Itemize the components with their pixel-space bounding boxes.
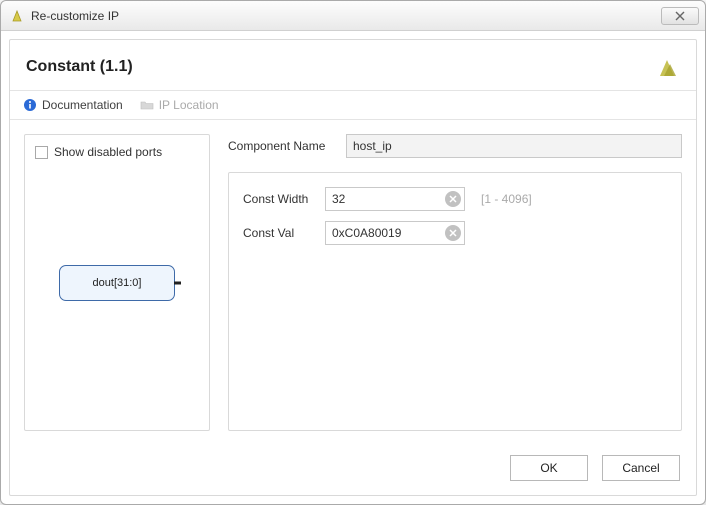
show-disabled-ports-row: Show disabled ports <box>35 145 199 159</box>
show-disabled-ports-label: Show disabled ports <box>54 145 162 159</box>
body: Show disabled ports dout[31:0] Component… <box>10 120 696 445</box>
show-disabled-ports-checkbox[interactable] <box>35 146 48 159</box>
ip-location-label: IP Location <box>159 98 219 112</box>
ok-button[interactable]: OK <box>510 455 588 481</box>
parameters-group: Const Width [1 - 4096] <box>228 172 682 431</box>
page-title: Constant (1.1) <box>26 58 133 76</box>
clear-icon <box>449 195 457 203</box>
inner-frame: Constant (1.1) Documentation <box>9 39 697 496</box>
clear-icon <box>449 229 457 237</box>
component-name-row: Component Name <box>228 134 682 158</box>
const-val-row: Const Val <box>243 221 667 245</box>
close-button[interactable] <box>661 7 699 25</box>
app-icon <box>9 8 25 24</box>
ip-block: dout[31:0] <box>59 265 175 301</box>
ok-button-label: OK <box>540 461 557 475</box>
titlebar: Re-customize IP <box>1 1 705 31</box>
component-name-input[interactable] <box>346 134 682 158</box>
info-icon <box>22 97 38 113</box>
const-val-input[interactable] <box>325 221 465 245</box>
const-width-clear-button[interactable] <box>445 191 461 207</box>
documentation-label: Documentation <box>42 98 123 112</box>
documentation-button[interactable]: Documentation <box>22 97 123 113</box>
output-port-icon <box>174 281 181 284</box>
dialog-window: Re-customize IP Constant (1.1) <box>0 0 706 505</box>
cancel-button[interactable]: Cancel <box>602 455 680 481</box>
ip-location-button[interactable]: IP Location <box>139 97 219 113</box>
cancel-button-label: Cancel <box>622 461 659 475</box>
config-panel: Component Name Const Width <box>228 134 682 431</box>
vendor-logo-icon <box>654 54 680 80</box>
window-title: Re-customize IP <box>31 9 119 23</box>
preview-panel: Show disabled ports dout[31:0] <box>24 134 210 431</box>
component-name-label: Component Name <box>228 139 338 153</box>
ip-block-port-label: dout[31:0] <box>93 277 142 289</box>
const-width-input[interactable] <box>325 187 465 211</box>
const-width-row: Const Width [1 - 4096] <box>243 187 667 211</box>
toolbar: Documentation IP Location <box>10 91 696 120</box>
ip-block-preview: dout[31:0] <box>59 265 175 301</box>
const-width-hint: [1 - 4096] <box>481 192 532 206</box>
button-row: OK Cancel <box>10 445 696 495</box>
const-val-input-wrap <box>325 221 465 245</box>
const-width-input-wrap <box>325 187 465 211</box>
const-val-label: Const Val <box>243 226 315 240</box>
folder-icon <box>139 97 155 113</box>
header: Constant (1.1) <box>10 40 696 91</box>
const-val-clear-button[interactable] <box>445 225 461 241</box>
close-icon <box>675 11 685 21</box>
const-width-label: Const Width <box>243 192 315 206</box>
